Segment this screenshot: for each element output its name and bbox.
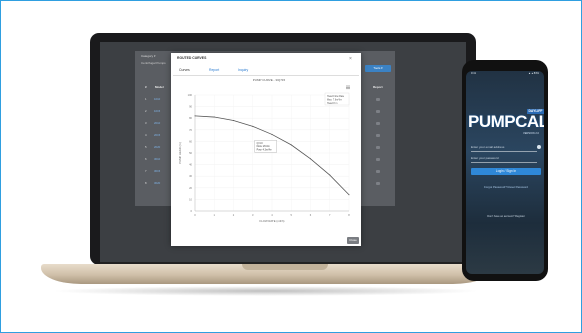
y-tick-label: 30 (189, 174, 192, 178)
row-number: 7 (145, 169, 147, 173)
row-number: 6 (145, 157, 147, 161)
status-time: 9:41 (471, 72, 477, 75)
tools-button[interactable]: Tools ▾ (365, 65, 391, 72)
row-model-link[interactable]: 1010 (154, 97, 168, 101)
x-tick-label: 0 (194, 213, 196, 217)
x-tick-label: 7 (329, 213, 331, 217)
forgot-password-link[interactable]: Forgot Password? Reset Password (471, 185, 541, 190)
x-tick-label: 4 (271, 213, 273, 217)
data-point (194, 115, 196, 117)
close-button[interactable]: Close (347, 237, 359, 244)
laptop-shadow (51, 286, 481, 296)
data-point (271, 133, 273, 135)
column-model: Model (155, 85, 164, 89)
data-point (329, 174, 331, 176)
column-report: Report (373, 85, 383, 89)
report-icon[interactable] (376, 110, 380, 113)
modal-title: ROUTED CURVES (177, 56, 207, 60)
row-number: 2 (145, 109, 147, 113)
report-icon[interactable] (376, 182, 380, 185)
data-point (213, 116, 215, 118)
tab-inquiry[interactable]: Inquiry (238, 67, 258, 73)
y-tick-label: 40 (189, 163, 192, 167)
data-point (348, 194, 350, 196)
close-icon[interactable]: × (349, 56, 355, 62)
login-button[interactable]: Login / Sign In (471, 168, 541, 175)
legend-entry: Head 8 m (327, 102, 337, 105)
category-select[interactable]: Centrifugal Pumps (141, 61, 171, 66)
report-icon[interactable] (376, 122, 380, 125)
x-tick-label: 3 (252, 213, 254, 217)
y-tick-label: 100 (188, 93, 193, 97)
row-model-link[interactable]: 2020 (154, 145, 168, 149)
row-model-link[interactable]: 3015 (154, 169, 168, 173)
report-icon[interactable] (376, 158, 380, 161)
logo-subtitle: VERSION 2.0 (522, 132, 539, 135)
row-number: 3 (145, 121, 147, 125)
y-tick-label: 0 (191, 209, 193, 213)
column-number: # (145, 85, 147, 89)
report-icon[interactable] (376, 98, 380, 101)
menu-icon (346, 85, 350, 90)
x-tick-label: 5 (291, 213, 293, 217)
row-number: 4 (145, 133, 147, 137)
data-point (233, 120, 234, 122)
x-tick-label: 2 (233, 213, 235, 217)
x-tick-label: 1 (214, 213, 216, 217)
row-model-link[interactable]: 2010 (154, 121, 168, 125)
row-model-link[interactable]: 1015 (154, 109, 168, 113)
row-number: 1 (145, 97, 147, 101)
tab-divider (173, 75, 359, 76)
row-model-link[interactable]: 3020 (154, 181, 168, 185)
y-tick-label: 80 (189, 116, 192, 120)
report-icon[interactable] (376, 134, 380, 137)
row-number: 8 (145, 181, 147, 185)
report-icon[interactable] (376, 146, 380, 149)
pump-curve-chart: 0 10 20 30 40 50 60 70 80 90 100 0 1 2 3 4 5 6 7 8 FLOW RATE… (178, 85, 350, 223)
laptop-notch (242, 264, 328, 270)
eye-icon[interactable] (537, 145, 541, 149)
y-tick-label: 50 (189, 151, 192, 155)
data-point (310, 158, 311, 160)
data-point (252, 125, 254, 127)
category-label[interactable]: Category ▾ (141, 54, 169, 59)
tab-curves[interactable]: Curves (179, 67, 199, 73)
y-tick-label: 90 (189, 105, 192, 109)
row-number: 5 (145, 145, 147, 149)
register-link[interactable]: Don't have an account? Register (471, 215, 541, 220)
y-tick-label: 60 (189, 139, 192, 143)
page: Category ▾ Centrifugal Pumps Tools ▾ # M… (0, 0, 582, 333)
data-point (290, 144, 292, 146)
report-icon[interactable] (376, 170, 380, 173)
tab-report[interactable]: Report (209, 67, 229, 73)
email-field[interactable]: Enter your email address (471, 144, 537, 152)
y-tick-label: 70 (189, 128, 192, 132)
y-tick-label: 10 (189, 197, 192, 201)
status-icons: ▲ ● 83% (528, 72, 539, 75)
row-model-link[interactable]: 2015 (154, 133, 168, 137)
row-model-link[interactable]: 3010 (154, 157, 168, 161)
x-tick-label: 8 (348, 213, 350, 217)
tooltip-line: Pow: 4.3m³/hr (257, 149, 272, 152)
phone-status-bar: 9:41 ▲ ● 83% (471, 72, 539, 76)
y-axis-label: PUMP HEAD (m) (178, 142, 182, 164)
x-axis-label: FLOW RATE (m3/h) (260, 219, 285, 223)
x-tick-label: 6 (310, 213, 312, 217)
password-field[interactable]: Enter your password (471, 155, 537, 163)
y-tick-label: 20 (189, 186, 192, 190)
app-logo: PUMPCALC (468, 112, 544, 131)
